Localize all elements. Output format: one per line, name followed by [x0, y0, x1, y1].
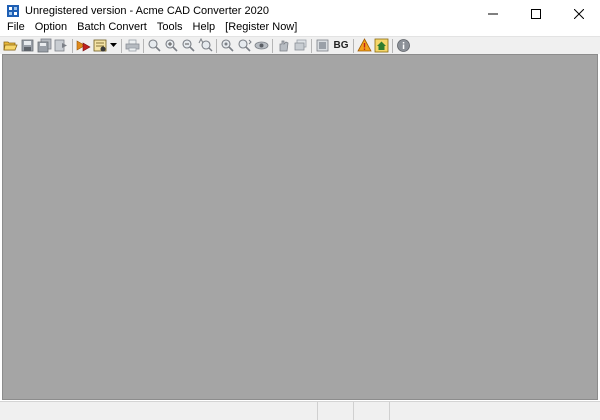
- home-button[interactable]: [374, 38, 389, 53]
- zoom-extents-icon: [198, 38, 213, 52]
- zoom-previous-icon: [238, 39, 252, 52]
- zoom-out-button[interactable]: [181, 38, 196, 53]
- save-all-button[interactable]: [37, 38, 52, 53]
- save-all-icon: [37, 38, 52, 53]
- status-pane-2: [318, 402, 354, 420]
- pan-button[interactable]: [276, 38, 291, 53]
- warning-button[interactable]: [357, 38, 372, 53]
- status-pane-3: [354, 402, 390, 420]
- layers-icon: [294, 39, 307, 51]
- menu-option[interactable]: Option: [30, 18, 72, 36]
- zoom-in-button[interactable]: [164, 38, 179, 53]
- raster-icon: [316, 39, 329, 52]
- app-icon: [6, 4, 20, 18]
- warning-icon: [357, 38, 372, 52]
- zoom-realtime-button[interactable]: [220, 38, 235, 53]
- toolbar-separator: [311, 38, 312, 53]
- pan-icon: [279, 40, 289, 52]
- info-icon: [397, 39, 410, 52]
- toolbar-separator: [272, 38, 273, 53]
- menu-tools[interactable]: Tools: [152, 18, 188, 36]
- menu-help[interactable]: Help: [188, 18, 221, 36]
- raster-button[interactable]: [315, 38, 330, 53]
- menu-bar: File Option Batch Convert Tools Help [Re…: [0, 18, 600, 36]
- export-icon: [54, 39, 67, 52]
- toolbar-separator: [121, 38, 122, 53]
- print-icon: [125, 39, 140, 52]
- zoom-realtime-icon: [221, 39, 234, 52]
- drawing-canvas[interactable]: [2, 54, 598, 400]
- info-button[interactable]: [396, 38, 411, 53]
- view-button[interactable]: [254, 38, 269, 53]
- toolbar-separator: [353, 38, 354, 53]
- zoom-window-icon: [148, 39, 161, 52]
- zoom-window-button[interactable]: [147, 38, 162, 53]
- menu-register-now[interactable]: [Register Now]: [220, 18, 302, 36]
- toolbar: BG: [0, 36, 600, 54]
- toolbar-separator: [216, 38, 217, 53]
- save-icon: [21, 39, 34, 52]
- export-button[interactable]: [54, 38, 69, 53]
- view-icon: [254, 41, 269, 50]
- zoom-out-icon: [182, 39, 195, 52]
- properties-dropdown[interactable]: [110, 38, 117, 53]
- toolbar-separator: [143, 38, 144, 53]
- background-toggle[interactable]: BG: [332, 38, 350, 53]
- save-button[interactable]: [20, 38, 35, 53]
- layers-button[interactable]: [293, 38, 308, 53]
- status-pane-4: [390, 402, 600, 420]
- toolbar-separator: [72, 38, 73, 53]
- properties-button[interactable]: [93, 38, 108, 53]
- dropdown-arrow-icon: [110, 43, 117, 47]
- print-button[interactable]: [125, 38, 140, 53]
- home-icon: [374, 38, 389, 53]
- menu-batch-convert[interactable]: Batch Convert: [72, 18, 152, 36]
- status-pane-main: [0, 402, 318, 420]
- background-toggle-label: BG: [333, 40, 349, 51]
- convert-button[interactable]: [76, 38, 91, 53]
- status-bar: [0, 401, 600, 420]
- zoom-extents-button[interactable]: [198, 38, 213, 53]
- zoom-in-icon: [165, 39, 178, 52]
- convert-icon: [76, 40, 91, 52]
- open-button[interactable]: [3, 38, 18, 53]
- open-folder-icon: [3, 41, 18, 51]
- menu-file[interactable]: File: [0, 18, 30, 36]
- properties-icon: [93, 39, 107, 52]
- toolbar-separator: [392, 38, 393, 53]
- zoom-previous-button[interactable]: [237, 38, 252, 53]
- window-title: Unregistered version - Acme CAD Converte…: [25, 5, 269, 17]
